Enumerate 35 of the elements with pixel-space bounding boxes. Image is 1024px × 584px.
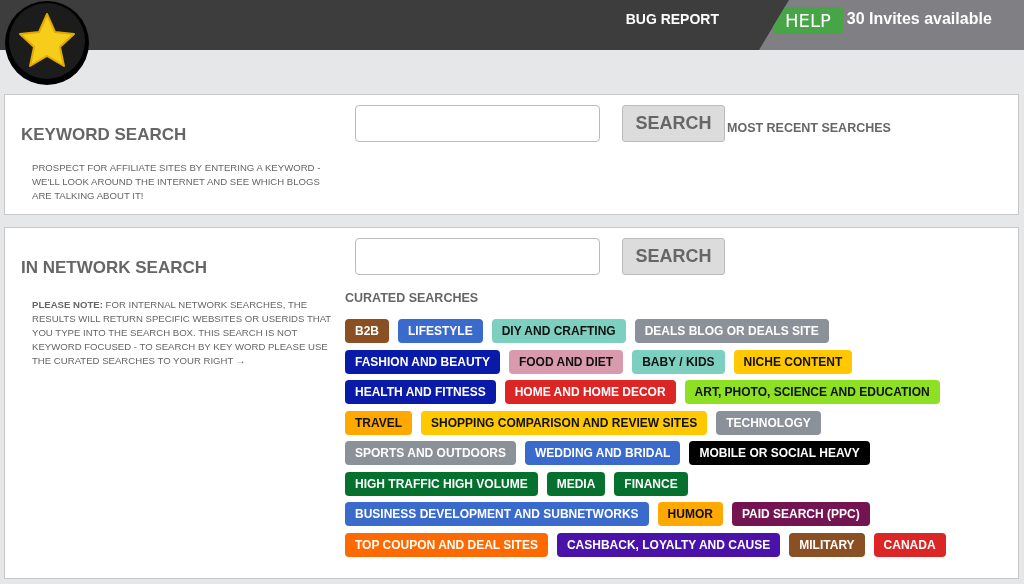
invites-count: 30 Invites available xyxy=(846,9,992,28)
tag-link[interactable]: MOBILE OR SOCIAL HEAVY xyxy=(689,441,870,465)
tag-link[interactable]: WEDDING AND BRIDAL xyxy=(524,441,681,465)
tag-link[interactable]: MEDIA xyxy=(546,471,606,496)
tag-link[interactable]: HIGH TRAFFIC HIGH VOLUME xyxy=(345,471,538,496)
search-button[interactable]: SEARCH xyxy=(622,105,725,142)
tag-link[interactable]: B2B xyxy=(345,319,389,343)
tag-link[interactable]: SHOPPING COMPARISON AND REVIEW SITES xyxy=(421,410,708,435)
tag-link[interactable]: FINANCE xyxy=(614,471,688,496)
tag-link[interactable]: MILITARY xyxy=(789,532,865,557)
section-heading: MOST RECENT SEARCHES xyxy=(727,121,891,135)
tag-link[interactable]: HUMOR xyxy=(657,502,723,526)
tag-link[interactable]: BABY / KIDS xyxy=(632,349,725,374)
search-field[interactable] xyxy=(355,238,600,275)
tag-link[interactable]: BUSINESS DEVELOPMENT AND SUBNETWORKS xyxy=(345,502,649,526)
tag-link[interactable]: NICHE CONTENT xyxy=(733,349,853,374)
tag-link[interactable]: TRAVEL xyxy=(345,410,413,435)
description-text: PLEASE NOTE: FOR INTERNAL NETWORK SEARCHES, THE RESULTS WILL RETURN SPECIFIC WEBSITES OR USERIDS THAT YOU TYPE INTO THE SEARCH BOX. THIS SEARCH IS NOT KEYWORD FOCUSED - TO SEARCH BY KEY WORD PLEASE USE THE CURATED SEARCHES TO YOUR RIGHT → xyxy=(32,298,333,368)
nav-link[interactable]: BUG REPORT xyxy=(625,11,719,27)
section-title: KEYWORD SEARCH xyxy=(21,125,188,145)
tag-link[interactable]: FOOD AND DIET xyxy=(508,349,624,374)
tag-link[interactable]: FASHION AND BEAUTY xyxy=(345,349,500,374)
tag-link[interactable]: CASHBACK, LOYALTY AND CAUSE xyxy=(556,532,781,557)
section-title: IN NETWORK SEARCH xyxy=(21,258,209,278)
search-button[interactable]: SEARCH xyxy=(622,238,725,275)
tag-link[interactable]: PAID SEARCH (PPC) xyxy=(731,502,870,526)
tag-link[interactable]: HEALTH AND FITNESS xyxy=(345,380,496,404)
tag-link[interactable]: DIY AND CRAFTING xyxy=(491,319,626,343)
tag-link[interactable]: CANADA xyxy=(873,532,946,557)
search-field[interactable] xyxy=(355,105,600,142)
tag-link[interactable]: ART, PHOTO, SCIENCE AND EDUCATION xyxy=(684,380,940,404)
section-heading: CURATED SEARCHES xyxy=(345,291,480,305)
description-text: PROSPECT FOR AFFILIATE SITES BY ENTERING A KEYWORD - WE'LL LOOK AROUND THE INTERNET AND SEE WHICH BLOGS ARE TALKING ABOUT IT! xyxy=(32,161,322,203)
tag-link[interactable]: HOME AND HOME DECOR xyxy=(504,380,676,404)
tag-link[interactable]: LIFESTYLE xyxy=(398,319,483,343)
